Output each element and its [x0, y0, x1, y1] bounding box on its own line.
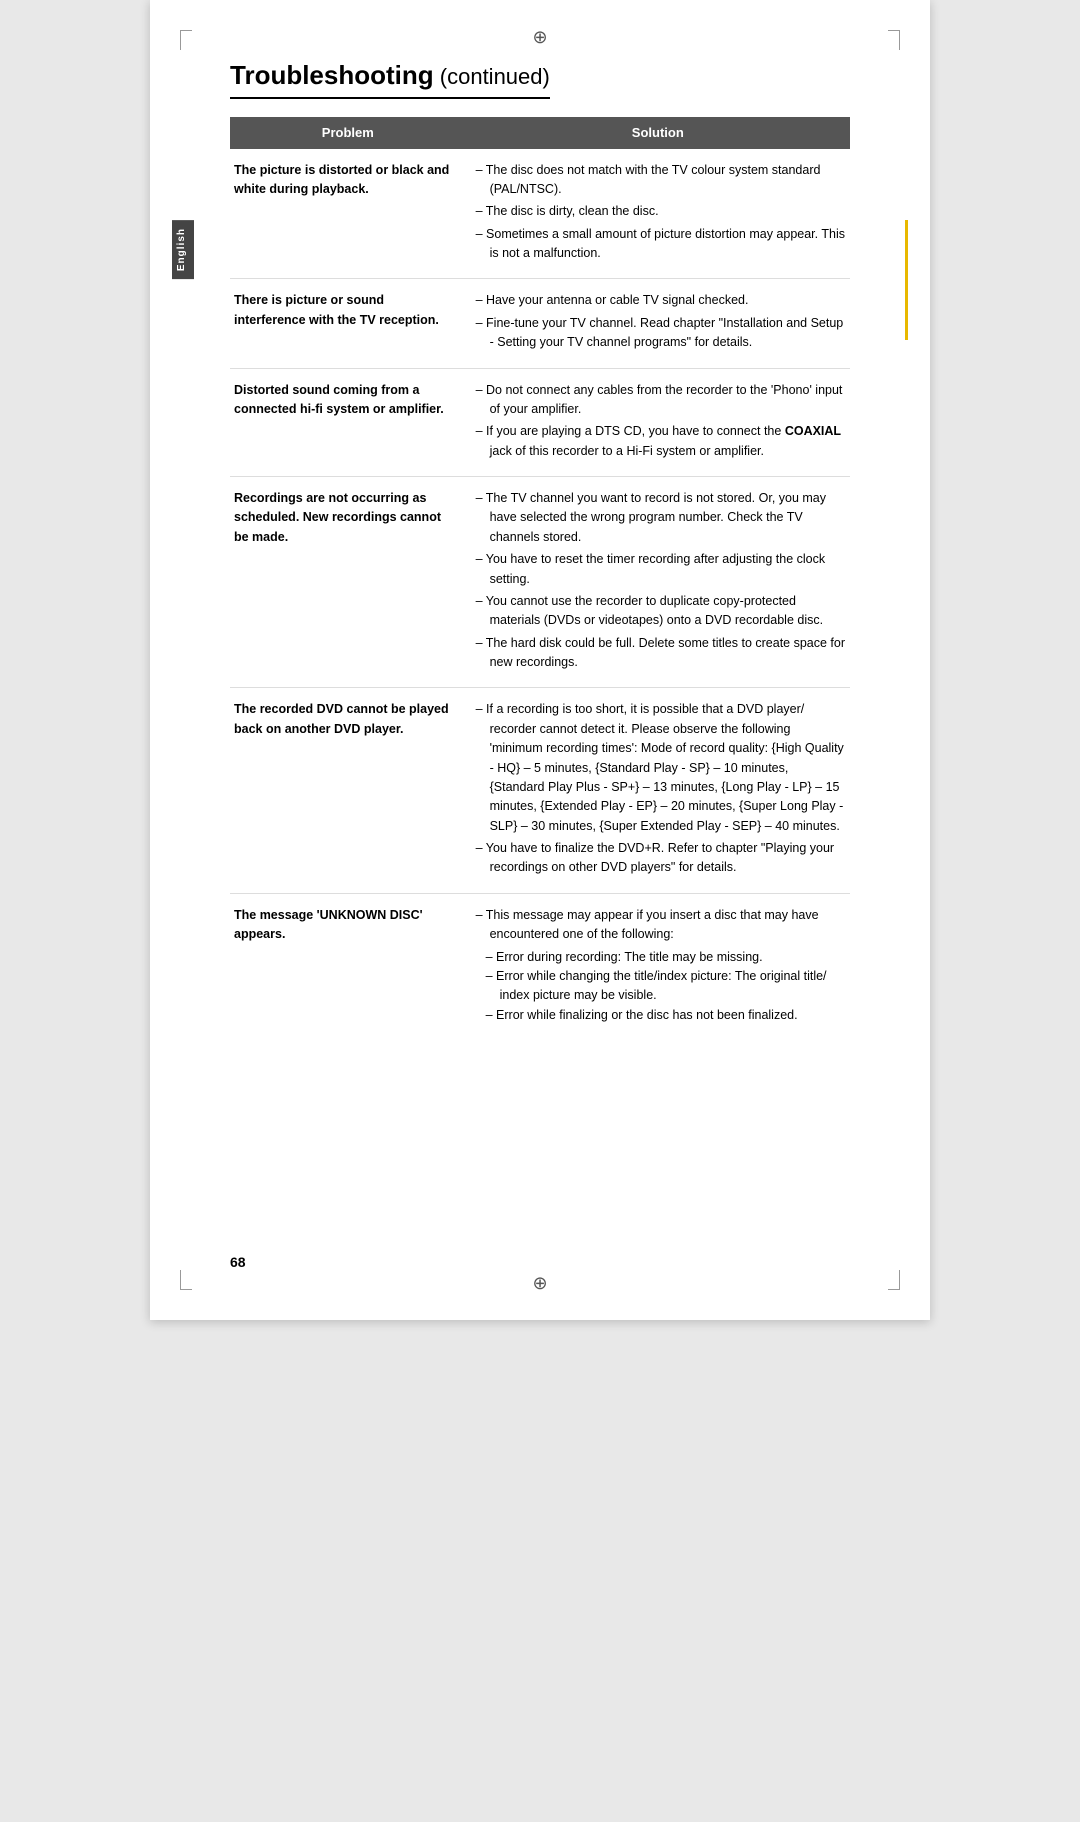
solution-item: You have to reset the timer recording af… [476, 550, 846, 589]
problem-cell: Recordings are not occurring as schedule… [230, 489, 466, 547]
header-problem: Problem [230, 117, 466, 149]
table-header: Problem Solution [230, 117, 850, 149]
solution-cell: The TV channel you want to record is not… [466, 489, 850, 675]
header-solution: Solution [466, 117, 850, 149]
problem-text: Recordings are not occurring as schedule… [234, 491, 441, 544]
table-row: The message 'UNKNOWN DISC' appears. This… [230, 894, 850, 1037]
corner-mark-tr [888, 30, 900, 50]
reg-mark-bottom: ⊕ [531, 1274, 549, 1292]
problem-cell: The message 'UNKNOWN DISC' appears. [230, 906, 466, 945]
solution-item: Fine-tune your TV channel. Read chapter … [476, 314, 846, 353]
title-normal-part: (continued) [434, 64, 550, 89]
solution-item: Have your antenna or cable TV signal che… [476, 291, 846, 310]
solution-item: You have to finalize the DVD+R. Refer to… [476, 839, 846, 878]
solution-cell: If a recording is too short, it is possi… [466, 700, 850, 880]
right-sidebar-accent [905, 220, 908, 340]
solution-cell: The disc does not match with the TV colo… [466, 161, 850, 267]
page-title-section: Troubleshooting (continued) [230, 60, 850, 99]
corner-mark-tl [180, 30, 192, 50]
solution-item: You cannot use the recorder to duplicate… [476, 592, 846, 631]
solution-item: Do not connect any cables from the recor… [476, 381, 846, 420]
problem-text: The recorded DVD cannot be played back o… [234, 702, 449, 735]
solution-cell: Do not connect any cables from the recor… [466, 381, 850, 465]
troubleshoot-table: Problem Solution The picture is distorte… [230, 117, 850, 1037]
solution-item: The disc is dirty, clean the disc. [476, 202, 846, 221]
problem-cell: The picture is distorted or black and wh… [230, 161, 466, 200]
coaxial-keyword: COAXIAL [785, 424, 841, 438]
solution-item: The TV channel you want to record is not… [476, 489, 846, 547]
solution-cell: This message may appear if you insert a … [466, 906, 850, 1025]
page-title: Troubleshooting (continued) [230, 60, 550, 99]
page: ⊕ ⊕ English 68 Troubleshooting (continue… [150, 0, 930, 1320]
solution-item: If you are playing a DTS CD, you have to… [476, 422, 846, 461]
problem-text: Distorted sound coming from a connected … [234, 383, 444, 416]
corner-mark-br [888, 1270, 900, 1290]
problem-text: There is picture or sound interference w… [234, 293, 439, 326]
solution-item: Sometimes a small amount of picture dist… [476, 225, 846, 264]
problem-text: The picture is distorted or black and wh… [234, 163, 449, 196]
problem-cell: The recorded DVD cannot be played back o… [230, 700, 466, 739]
problem-cell: Distorted sound coming from a connected … [230, 381, 466, 420]
problem-cell: There is picture or sound interference w… [230, 291, 466, 330]
sidebar-language-label: English [172, 220, 194, 279]
solution-sub-item: Error during recording: The title may be… [476, 948, 846, 967]
solution-item: This message may appear if you insert a … [476, 906, 846, 945]
solution-item: The hard disk could be full. Delete some… [476, 634, 846, 673]
corner-mark-bl [180, 1270, 192, 1290]
solution-item: If a recording is too short, it is possi… [476, 700, 846, 836]
table-row: There is picture or sound interference w… [230, 279, 850, 368]
solution-cell: Have your antenna or cable TV signal che… [466, 291, 850, 355]
table-row: The picture is distorted or black and wh… [230, 149, 850, 280]
table-row: Recordings are not occurring as schedule… [230, 477, 850, 688]
page-number: 68 [230, 1254, 246, 1270]
solution-item: The disc does not match with the TV colo… [476, 161, 846, 200]
solution-sub-item: Error while changing the title/index pic… [476, 967, 846, 1006]
title-bold-part: Troubleshooting [230, 60, 434, 90]
table-row: The recorded DVD cannot be played back o… [230, 688, 850, 893]
table-row: Distorted sound coming from a connected … [230, 369, 850, 478]
solution-sub-item: Error while finalizing or the disc has n… [476, 1006, 846, 1025]
reg-mark-top: ⊕ [531, 28, 549, 46]
problem-text: The message 'UNKNOWN DISC' appears. [234, 908, 423, 941]
